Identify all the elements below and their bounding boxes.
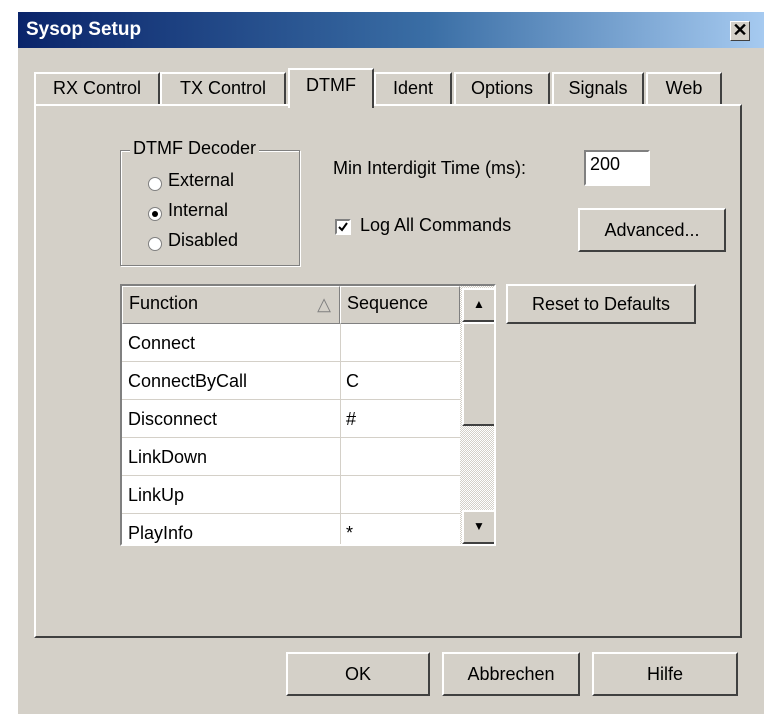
sequence-cell[interactable]: C	[340, 362, 460, 400]
function-cell: LinkDown	[128, 447, 208, 467]
ok-button[interactable]: OK	[286, 652, 430, 696]
reset-defaults-button[interactable]: Reset to Defaults	[506, 284, 696, 324]
dtmf-function-table: Function △ Sequence Connect ConnectByCal…	[120, 284, 496, 546]
tab-web[interactable]: Web	[646, 72, 722, 104]
dtmf-decoder-title: DTMF Decoder	[130, 138, 260, 159]
function-header-label: Function	[129, 293, 199, 313]
title-bar[interactable]: Sysop Setup ✕	[18, 12, 764, 48]
radio-internal[interactable]	[148, 207, 162, 221]
sequence-cell[interactable]	[340, 324, 460, 362]
window-title: Sysop Setup	[26, 19, 142, 40]
sequence-cell[interactable]: #	[340, 400, 460, 438]
table-row[interactable]: Connect	[122, 324, 460, 362]
table-row[interactable]: Disconnect #	[122, 400, 460, 438]
function-cell: PlayInfo	[128, 523, 194, 543]
log-all-commands-checkbox[interactable]	[335, 219, 351, 235]
tab-options[interactable]: Options	[454, 72, 550, 104]
sequence-cell[interactable]	[340, 476, 460, 514]
function-column-header[interactable]: Function △	[122, 286, 340, 324]
min-interdigit-label: Min Interdigit Time (ms):	[333, 158, 527, 178]
function-cell: Connect	[128, 333, 196, 353]
arrow-down-icon: ▼	[473, 519, 485, 533]
scroll-down-button[interactable]: ▼	[462, 510, 494, 544]
scroll-thumb[interactable]	[462, 322, 494, 426]
table-row[interactable]: LinkUp	[122, 476, 460, 514]
table-row[interactable]: ConnectByCall C	[122, 362, 460, 400]
min-interdigit-input[interactable]: 200	[584, 150, 650, 186]
radio-external[interactable]	[148, 177, 162, 191]
table-row[interactable]: LinkDown	[122, 438, 460, 476]
sequence-cell[interactable]: *	[340, 514, 460, 544]
tab-rx-control[interactable]: RX Control	[34, 72, 160, 104]
radio-selected-dot	[152, 211, 158, 217]
function-cell: Disconnect	[128, 409, 218, 429]
table-row[interactable]: PlayInfo *	[122, 514, 460, 544]
sequence-cell[interactable]	[340, 438, 460, 476]
sequence-column-header[interactable]: Sequence	[340, 286, 460, 324]
advanced-button[interactable]: Advanced...	[578, 208, 726, 252]
close-button[interactable]: ✕	[730, 21, 750, 41]
scroll-up-button[interactable]: ▲	[462, 288, 494, 322]
cancel-button[interactable]: Abbrechen	[442, 652, 580, 696]
function-cell: LinkUp	[128, 485, 185, 505]
radio-internal-label: Internal	[168, 200, 229, 220]
tab-signals[interactable]: Signals	[552, 72, 644, 104]
tab-dtmf[interactable]: DTMF	[288, 68, 374, 108]
tab-tx-control[interactable]: TX Control	[160, 72, 286, 104]
tab-ident[interactable]: Ident	[374, 72, 452, 104]
arrow-up-icon: ▲	[473, 297, 485, 311]
checkmark-icon	[338, 222, 348, 232]
radio-disabled-label: Disabled	[168, 230, 239, 250]
radio-disabled[interactable]	[148, 237, 162, 251]
function-cell: ConnectByCall	[128, 371, 248, 391]
table-scrollbar[interactable]: ▲ ▼	[460, 286, 494, 544]
radio-external-label: External	[168, 170, 235, 190]
log-all-commands-label: Log All Commands	[360, 215, 512, 235]
sort-arrow-icon: △	[317, 294, 331, 314]
help-button[interactable]: Hilfe	[592, 652, 738, 696]
